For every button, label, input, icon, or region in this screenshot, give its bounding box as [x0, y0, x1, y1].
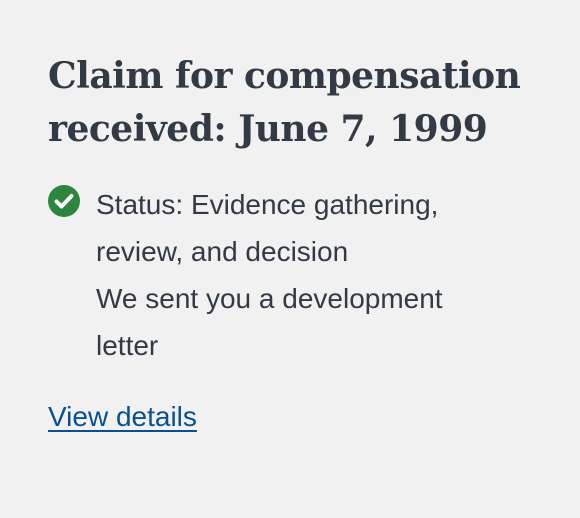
status-text: Status: Evidence gathering, review, and … [96, 181, 496, 369]
view-details-link[interactable]: View details [48, 397, 197, 437]
status-row: Status: Evidence gathering, review, and … [48, 181, 532, 369]
claim-card: Claim for compensation received: June 7,… [0, 0, 580, 518]
status-label: Status: Evidence gathering, review, and … [96, 189, 439, 267]
claim-title: Claim for compensation received: June 7,… [48, 55, 521, 150]
status-message: We sent you a development letter [96, 283, 443, 361]
check-circle-icon [48, 185, 80, 217]
